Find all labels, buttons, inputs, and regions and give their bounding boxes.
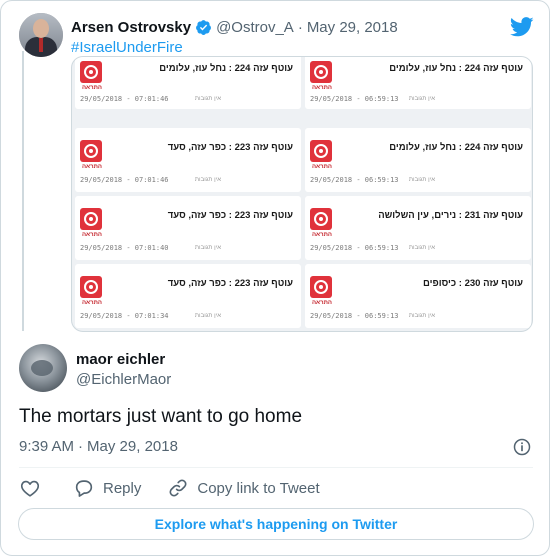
verified-badge-icon bbox=[196, 19, 211, 35]
alert-logo-caption: התראה bbox=[312, 164, 332, 170]
alert-logo-icon bbox=[310, 140, 332, 162]
alert-note: אין תגובות bbox=[408, 313, 435, 319]
alert-timestamp: 29/05/2018 - 07:01:34 bbox=[80, 312, 169, 320]
alert-timestamp: 29/05/2018 - 07:01:40 bbox=[80, 244, 169, 252]
alert-logo-icon bbox=[80, 61, 102, 83]
alert-logo-icon bbox=[310, 276, 332, 298]
alert-text: עוטף עזה 223 : כפר עזה, סעד bbox=[167, 210, 293, 221]
alert-timestamp: 29/05/2018 - 06:59:13 bbox=[310, 95, 399, 103]
author-name[interactable]: maor eichler bbox=[76, 351, 165, 368]
alert-tile: התראה עוטף עזה 223 : כפר עזה, סעד 29/05/20… bbox=[75, 264, 301, 328]
tweet-time[interactable]: 9:39 AM bbox=[19, 438, 74, 455]
alert-logo-icon bbox=[80, 208, 102, 230]
alert-logo-caption: התראה bbox=[312, 232, 332, 238]
alert-logo-caption: התראה bbox=[82, 300, 102, 306]
alert-logo-caption: התראה bbox=[82, 85, 102, 91]
tweet-media-image[interactable]: התראה עוטף עזה 224 : נחל עוז, עלומים 29/05… bbox=[71, 56, 533, 332]
alert-note: אין תגובות bbox=[194, 245, 221, 251]
embedded-tweet-card: Arsen Ostrovsky @Ostrov_A · May 29, 2018… bbox=[0, 0, 550, 556]
author-handle[interactable]: @EichlerMaor bbox=[76, 371, 171, 388]
separator-dot: · bbox=[78, 438, 84, 455]
author-name[interactable]: Arsen Ostrovsky bbox=[71, 19, 191, 36]
alert-text: עוטף עזה 224 : נחל עוז, עלומים bbox=[159, 63, 293, 74]
alert-text: עוטף עזה 223 : כפר עזה, סעד bbox=[167, 142, 293, 153]
reply-button[interactable]: Reply bbox=[73, 477, 141, 499]
tweet-actions: Reply Copy link to Tweet bbox=[19, 476, 320, 500]
alert-tile: התראה עוטף עזה 231 : נירים, עין השלושה 29/… bbox=[305, 196, 531, 260]
alert-tile: התראה עוטף עזה 224 : נחל עוז, עלומים 29/05… bbox=[305, 128, 531, 192]
alert-logo-icon bbox=[80, 276, 102, 298]
copy-link-label: Copy link to Tweet bbox=[197, 479, 320, 497]
alert-note: אין תגובות bbox=[408, 96, 435, 102]
alert-logo-caption: התראה bbox=[312, 300, 332, 306]
alert-text: עוטף עזה 224 : נחל עוז, עלומים bbox=[389, 63, 523, 74]
alert-note: אין תגובות bbox=[194, 313, 221, 319]
tweet-date[interactable]: May 29, 2018 bbox=[307, 19, 398, 36]
alert-logo-caption: התראה bbox=[312, 85, 332, 91]
author-handle[interactable]: @Ostrov_A bbox=[216, 19, 294, 36]
alert-timestamp: 29/05/2018 - 06:59:13 bbox=[310, 244, 399, 252]
alert-tile: התראה עוטף עזה 223 : כפר עזה, סעד 29/05/20… bbox=[75, 128, 301, 192]
divider bbox=[19, 467, 533, 468]
hashtag-link[interactable]: #IsraelUnderFire bbox=[71, 39, 183, 56]
alert-text: עוטף עזה 231 : נירים, עין השלושה bbox=[378, 210, 523, 221]
alert-timestamp: 29/05/2018 - 07:01:46 bbox=[80, 95, 169, 103]
alert-note: אין תגובות bbox=[194, 96, 221, 102]
heart-icon bbox=[20, 480, 40, 497]
alert-logo-icon bbox=[80, 140, 102, 162]
alert-timestamp: 29/05/2018 - 06:59:13 bbox=[310, 176, 399, 184]
alert-tile: התראה עוטף עזה 224 : נחל עוז, עלומים 29/05… bbox=[305, 57, 531, 109]
tweet-timestamp[interactable]: 9:39 AM · May 29, 2018 bbox=[19, 438, 178, 455]
like-button[interactable] bbox=[19, 477, 41, 499]
alert-tile: התראה עוטף עזה 230 : כיסופים 29/05/2018 - … bbox=[305, 264, 531, 328]
tweet-date[interactable]: May 29, 2018 bbox=[87, 438, 178, 455]
alert-logo-icon bbox=[310, 208, 332, 230]
alert-logo-caption: התראה bbox=[82, 164, 102, 170]
alert-logo-caption: התראה bbox=[82, 232, 102, 238]
reply-label: Reply bbox=[103, 479, 142, 497]
alert-tile: התראה עוטף עזה 223 : כפר עזה, סעד 29/05/20… bbox=[75, 196, 301, 260]
alert-note: אין תגובות bbox=[408, 245, 435, 251]
separator-dot: · bbox=[297, 18, 303, 36]
twitter-bird-icon[interactable] bbox=[510, 17, 534, 37]
alert-tile: התראה עוטף עזה 224 : נחל עוז, עלומים 29/05… bbox=[75, 57, 301, 109]
alert-logo-icon bbox=[310, 61, 332, 83]
alert-note: אין תגובות bbox=[408, 177, 435, 183]
alert-text: עוטף עזה 224 : נחל עוז, עלומים bbox=[389, 142, 523, 153]
avatar[interactable] bbox=[19, 13, 63, 57]
avatar[interactable] bbox=[19, 344, 67, 392]
link-icon bbox=[169, 479, 187, 497]
parent-tweet-header: Arsen Ostrovsky @Ostrov_A · May 29, 2018 bbox=[71, 17, 398, 37]
speech-bubble-icon bbox=[75, 480, 93, 497]
alert-note: אין תגובות bbox=[194, 177, 221, 183]
alert-text: עוטף עזה 223 : כפר עזה, סעד bbox=[167, 278, 293, 289]
copy-link-button[interactable]: Copy link to Tweet bbox=[167, 477, 320, 499]
alert-timestamp: 29/05/2018 - 07:01:46 bbox=[80, 176, 169, 184]
tweet-text: The mortars just want to go home bbox=[19, 406, 303, 427]
explore-button[interactable]: Explore what's happening on Twitter bbox=[18, 508, 534, 540]
alert-timestamp: 29/05/2018 - 06:59:13 bbox=[310, 312, 399, 320]
info-icon[interactable] bbox=[512, 437, 532, 457]
alert-text: עוטף עזה 230 : כיסופים bbox=[423, 278, 523, 289]
thread-connector-line bbox=[22, 51, 24, 331]
